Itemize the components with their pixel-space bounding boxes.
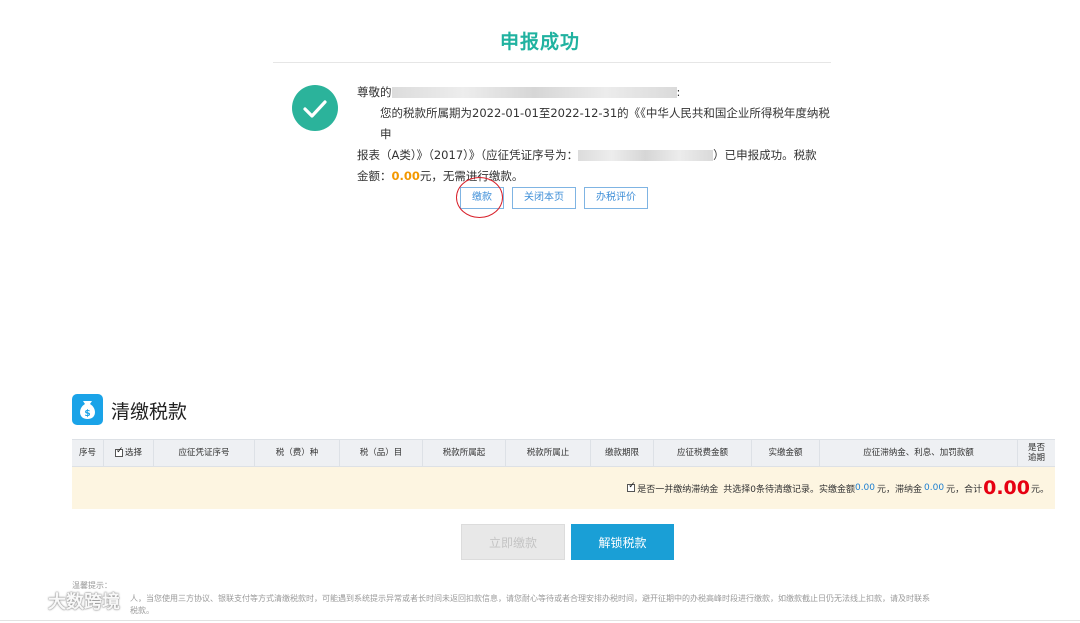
total-amount: 0.00 (983, 477, 1030, 499)
svg-text:$: $ (84, 409, 90, 419)
voucher-prefix: 报表（A类）》（2017）》（应征凭证序号为： (357, 148, 579, 162)
col-voucher: 应征凭证序号 (154, 440, 255, 466)
success-check-icon (292, 85, 338, 131)
annotation-circle (456, 177, 503, 218)
include-late-fee-checkbox[interactable] (627, 481, 636, 492)
watermark-logo-icon (8, 592, 43, 610)
select-all-checkbox[interactable] (114, 446, 124, 457)
tips-body: 人，当您使用三方协议、银联支付等方式清缴税款时，可能遇到系统提示异常或者长时间未… (72, 593, 1057, 617)
col-select[interactable]: 选择 (104, 440, 154, 466)
col-tax-type: 税（费）种 (255, 440, 340, 466)
declaration-line-1: 您的税款所属期为2022-01-01至2022-12-31的《《中华人民共和国企… (380, 106, 830, 141)
pay-now-button[interactable]: 立即缴款 (461, 524, 565, 560)
col-period-end: 税款所属止 (506, 440, 591, 466)
tips-line-2: 税款。 (130, 606, 154, 615)
declaration-line-2: 报表（A类）》（2017）》（应征凭证序号为： ）已申报成功。税款 (357, 145, 832, 166)
col-tax-amount: 应征税费金额 (654, 440, 752, 466)
col-tax-item: 税（品）目 (340, 440, 423, 466)
paid-unit: 元，滞纳金 (877, 484, 923, 495)
money-bag-icon: $ (72, 394, 103, 425)
bottom-divider (0, 620, 1080, 621)
redacted-voucher-number (578, 150, 714, 161)
col-paid-amount: 实缴金额 (752, 440, 820, 466)
tax-rating-button[interactable]: 办税评价 (584, 187, 648, 209)
tax-amount: 0.00 (391, 169, 420, 183)
redacted-taxpayer-name (391, 87, 677, 98)
section-title: 清缴税款 (111, 401, 188, 423)
voucher-suffix: ）已申报成功。税款 (713, 148, 817, 162)
col-late-fees: 应征滞纳金、利息、加罚款额 (820, 440, 1018, 466)
paid-amount: 0.00 (854, 483, 876, 493)
col-overdue: 是否逾期 (1027, 443, 1045, 463)
salutation-line: 尊敬的: (357, 82, 832, 103)
col-select-label: 选择 (124, 448, 142, 458)
table-summary: 是否一并缴纳滞纳金 共选择0条待清缴记录。实缴金额 0.00 元，滞纳金 0.0… (72, 467, 1055, 509)
close-page-button[interactable]: 关闭本页 (512, 187, 576, 209)
watermark: 大数跨境 (8, 588, 120, 614)
total-unit: 元。 (1030, 484, 1049, 495)
page-title: 申报成功 (499, 31, 580, 53)
amount-prefix: 金额： (357, 169, 392, 183)
table-header: 序号 选择 应征凭证序号 税（费）种 税（品）目 税款所属起 税款所属止 缴款期… (72, 439, 1055, 467)
watermark-text: 大数跨境 (48, 592, 120, 613)
col-period-start: 税款所属起 (423, 440, 506, 466)
col-deadline: 缴款期限 (591, 440, 654, 466)
success-message: 尊敬的: 您的税款所属期为2022-01-01至2022-12-31的《《中华人… (357, 82, 832, 187)
col-index: 序号 (72, 440, 104, 466)
unlock-tax-button[interactable]: 解锁税款 (571, 524, 674, 560)
salutation-prefix: 尊敬的 (357, 85, 392, 99)
tax-clearing-table: 序号 选择 应征凭证序号 税（费）种 税（品）目 税款所属起 税款所属止 缴款期… (72, 439, 1055, 509)
tips-line-1: 人，当您使用三方协议、银联支付等方式清缴税款时，可能遇到系统提示异常或者长时间未… (130, 594, 930, 603)
declaration-line-3: 金额：0.00元，无需进行缴款。 (357, 166, 832, 187)
late-fee-amount: 0.00 (924, 483, 945, 493)
salutation-suffix: : (676, 85, 681, 99)
include-late-fee-label: 是否一并缴纳滞纳金 (637, 484, 719, 495)
title-divider (273, 62, 831, 63)
late-unit: 元，合计 (946, 484, 983, 495)
records-text: 共选择0条待清缴记录。实缴金额 (723, 484, 855, 495)
